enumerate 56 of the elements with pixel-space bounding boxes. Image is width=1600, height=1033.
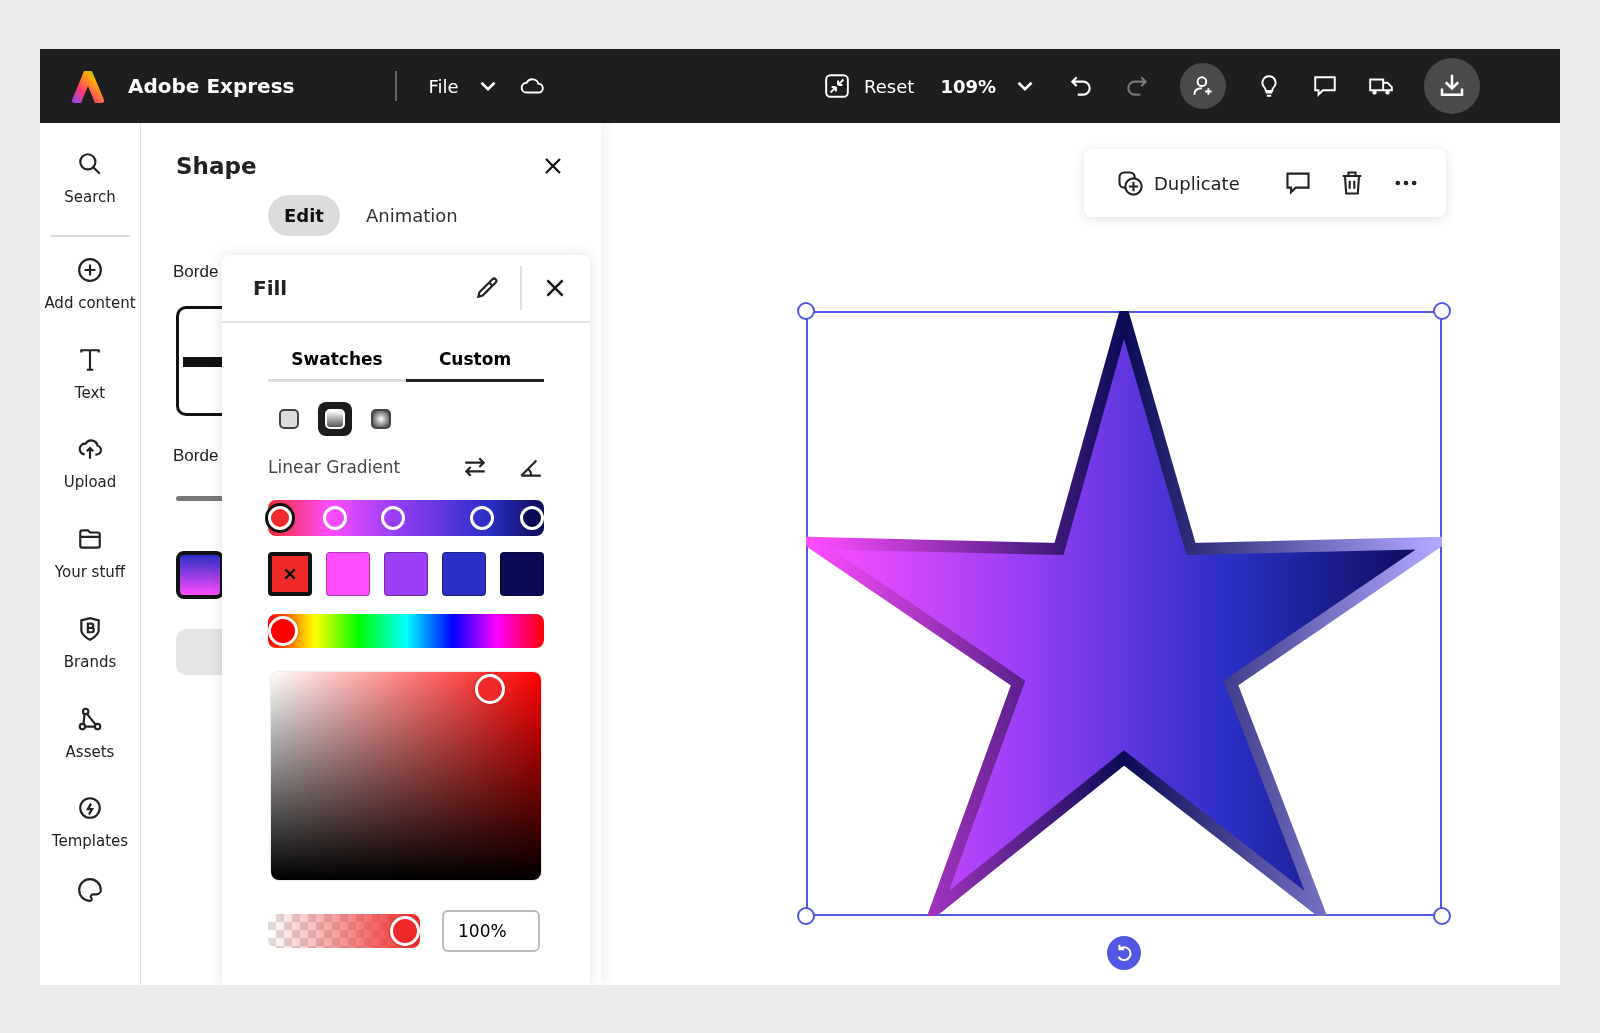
panel-title: Shape <box>176 153 257 179</box>
gradient-stop[interactable] <box>268 506 292 530</box>
rail-item-label[interactable]: Upload <box>42 472 138 494</box>
rail-item-label[interactable]: Templates <box>42 831 138 853</box>
palette-icon[interactable] <box>77 877 103 903</box>
reset-button[interactable]: Reset <box>856 75 923 97</box>
download-button[interactable] <box>1424 58 1480 114</box>
resize-handle[interactable] <box>797 907 815 925</box>
rail-item-label[interactable]: Your stuff <box>42 562 138 584</box>
letter-t-icon[interactable] <box>77 346 103 373</box>
rail-item-label[interactable]: Add content <box>42 292 138 315</box>
rotate-handle[interactable] <box>1107 936 1141 970</box>
fill-color-swatch[interactable] <box>176 551 224 599</box>
app-logo-icon <box>70 68 106 104</box>
slider-thumb[interactable] <box>268 616 298 646</box>
rail-item-label[interactable]: Search <box>42 187 138 209</box>
picker-thumb[interactable] <box>475 674 505 704</box>
opacity-input[interactable]: 100% <box>442 910 540 952</box>
rail-item-label[interactable]: Brands <box>42 651 138 674</box>
resize-handle[interactable] <box>1433 302 1451 320</box>
section-label: Borde <box>173 446 219 466</box>
slider-thumb[interactable] <box>390 916 420 946</box>
gradient-stop[interactable] <box>520 506 544 530</box>
duplicate-button[interactable]: Duplicate <box>1110 168 1246 198</box>
popover-title: Fill <box>253 276 289 300</box>
rail-item-label[interactable]: Text <box>42 382 138 405</box>
rail-item-label[interactable]: Assets <box>42 741 138 764</box>
color-picker-area[interactable] <box>271 672 541 880</box>
fill-tab[interactable]: Swatches <box>268 339 406 382</box>
resize-handle[interactable] <box>797 302 815 320</box>
panel-tab[interactable]: Animation <box>349 195 474 236</box>
section-label: Borde <box>173 262 219 282</box>
gradient-type-label: Linear Gradient <box>268 457 402 477</box>
zoom-level[interactable]: 109% <box>932 75 1004 97</box>
eyedropper-icon[interactable] <box>474 275 500 301</box>
gradient-stop[interactable] <box>469 506 494 530</box>
panel-tab[interactable]: Edit <box>268 195 340 236</box>
linear-gradient-option[interactable] <box>318 402 352 436</box>
app-name: Adobe Express <box>128 74 295 98</box>
folder-icon[interactable] <box>77 526 103 552</box>
file-menu[interactable]: File <box>420 75 467 97</box>
opacity-slider[interactable] <box>268 914 420 948</box>
shield-b-icon[interactable] <box>77 615 103 642</box>
duplicate-icon[interactable] <box>1116 169 1144 197</box>
comment-icon[interactable] <box>1312 73 1338 99</box>
plus-circle-icon[interactable] <box>77 256 103 283</box>
color-swatch[interactable] <box>268 552 312 596</box>
search-icon[interactable] <box>77 151 103 177</box>
nodes-icon[interactable] <box>77 705 103 732</box>
gradient-bar[interactable] <box>268 500 544 536</box>
delete-x-icon[interactable] <box>283 567 297 581</box>
fit-screen-icon[interactable] <box>824 73 851 99</box>
invite-button[interactable] <box>1180 63 1226 109</box>
resize-handle[interactable] <box>1433 907 1451 925</box>
fill-tab[interactable]: Custom <box>406 339 544 382</box>
hue-slider[interactable] <box>268 614 544 648</box>
